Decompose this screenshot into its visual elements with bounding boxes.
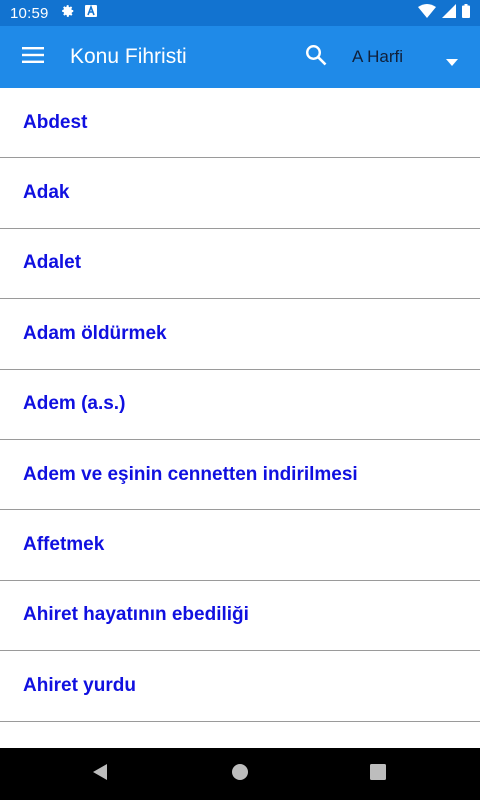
settings-icon [61, 4, 75, 23]
list-item[interactable]: Ahiret hayatının ebediliği [0, 581, 480, 652]
system-nav-bar [0, 748, 480, 800]
page-title: Konu Fihristi [70, 45, 187, 68]
topic-label: Abdest [23, 111, 88, 133]
recents-button[interactable] [366, 762, 390, 786]
keyboard-a-icon [84, 4, 97, 22]
topic-label: Adem ve eşinin cennetten indirilmesi [23, 463, 358, 485]
topic-label: Affetmek [23, 534, 105, 556]
list-item[interactable]: Adam öldürmek [0, 299, 480, 370]
home-icon [231, 763, 249, 786]
topic-label: Adak [23, 182, 70, 204]
topic-list: Abdest Adak Adalet Adam öldürmek Adem (a… [0, 88, 480, 748]
back-button[interactable] [88, 762, 112, 786]
topic-label: Ahiret yurdu [23, 674, 136, 696]
topic-label: Adalet [23, 252, 82, 274]
letter-select-dropdown[interactable]: A Harfi [352, 26, 480, 88]
app-bar: Konu Fihristi A Harfi [0, 26, 480, 88]
list-item[interactable] [0, 722, 480, 748]
dropdown-arrow-icon [446, 53, 458, 71]
status-time: 10:59 [10, 4, 49, 22]
signal-icon [442, 3, 456, 23]
list-item[interactable]: Ahiret yurdu [0, 651, 480, 722]
hamburger-menu-icon [22, 46, 44, 68]
status-notification-icons [61, 4, 97, 23]
list-item[interactable]: Adem ve eşinin cennetten indirilmesi [0, 440, 480, 511]
list-item[interactable]: Adak [0, 158, 480, 229]
status-bar: 10:59 [0, 0, 480, 26]
topic-label: Adam öldürmek [23, 322, 167, 344]
menu-button[interactable] [0, 26, 66, 88]
wifi-icon [418, 3, 436, 23]
list-item[interactable]: Abdest [0, 88, 480, 159]
search-icon [305, 44, 327, 71]
battery-icon [462, 3, 470, 23]
list-item[interactable]: Adem (a.s.) [0, 370, 480, 440]
back-icon [91, 763, 109, 786]
list-item[interactable]: Affetmek [0, 510, 480, 581]
search-button[interactable] [296, 37, 336, 77]
status-system-icons [418, 3, 470, 23]
letter-select-value: A Harfi [352, 47, 404, 66]
topic-label: Adem (a.s.) [23, 393, 126, 415]
home-button[interactable] [228, 762, 252, 786]
recents-icon [370, 763, 386, 785]
list-item[interactable]: Adalet [0, 229, 480, 300]
topic-label: Ahiret hayatının ebediliği [23, 604, 249, 626]
